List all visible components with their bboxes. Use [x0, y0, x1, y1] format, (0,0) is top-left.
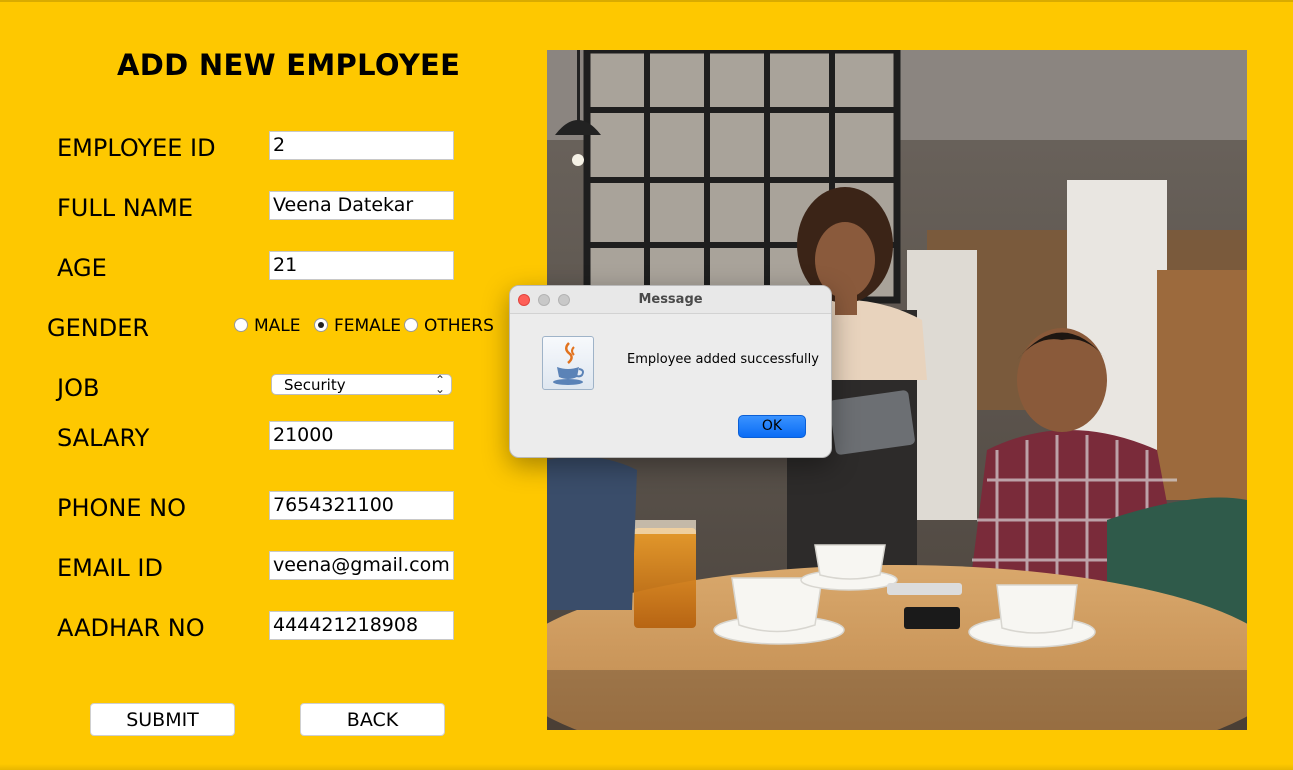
- phone-field[interactable]: 7654321100: [269, 491, 454, 520]
- gender-label: GENDER: [47, 314, 150, 342]
- job-select[interactable]: Security ⌃ ⌄: [271, 374, 452, 395]
- salary-label: SALARY: [57, 424, 150, 452]
- java-coffee-cup-icon: [542, 336, 594, 390]
- dialog-message: Employee added successfully: [627, 352, 819, 367]
- email-field[interactable]: veena@gmail.com: [269, 551, 454, 580]
- aadhar-field[interactable]: 444421218908: [269, 611, 454, 640]
- submit-button[interactable]: SUBMIT: [90, 703, 235, 736]
- job-select-value: Security: [284, 376, 346, 394]
- message-dialog: Message Employee added successfully OK: [509, 285, 832, 458]
- page-title: ADD NEW EMPLOYEE: [117, 48, 461, 82]
- gender-others-radio[interactable]: [404, 318, 418, 332]
- employee-id-label: EMPLOYEE ID: [57, 134, 216, 162]
- up-down-chevron-icon: ⌃ ⌄: [434, 373, 445, 396]
- age-field[interactable]: 21: [269, 251, 454, 280]
- gender-male-label[interactable]: MALE: [254, 316, 301, 336]
- gender-female-label[interactable]: FEMALE: [334, 316, 401, 336]
- back-button[interactable]: BACK: [300, 703, 445, 736]
- salary-field[interactable]: 21000: [269, 421, 454, 450]
- email-label: EMAIL ID: [57, 554, 163, 582]
- window-bottom-edge: [0, 764, 1293, 770]
- full-name-label: FULL NAME: [57, 194, 193, 222]
- employee-id-field[interactable]: 2: [269, 131, 454, 160]
- gender-male-radio[interactable]: [234, 318, 248, 332]
- job-label: JOB: [57, 374, 100, 402]
- dialog-title: Message: [638, 292, 703, 307]
- age-label: AGE: [57, 254, 107, 282]
- full-name-field[interactable]: Veena Datekar: [269, 191, 454, 220]
- gender-female-radio[interactable]: [314, 318, 328, 332]
- phone-label: PHONE NO: [57, 494, 186, 522]
- dialog-titlebar: Message: [510, 286, 831, 314]
- window-top-edge: [0, 0, 1293, 2]
- gender-others-label[interactable]: OTHERS: [424, 316, 494, 336]
- ok-button[interactable]: OK: [738, 415, 806, 438]
- aadhar-label: AADHAR NO: [57, 614, 205, 642]
